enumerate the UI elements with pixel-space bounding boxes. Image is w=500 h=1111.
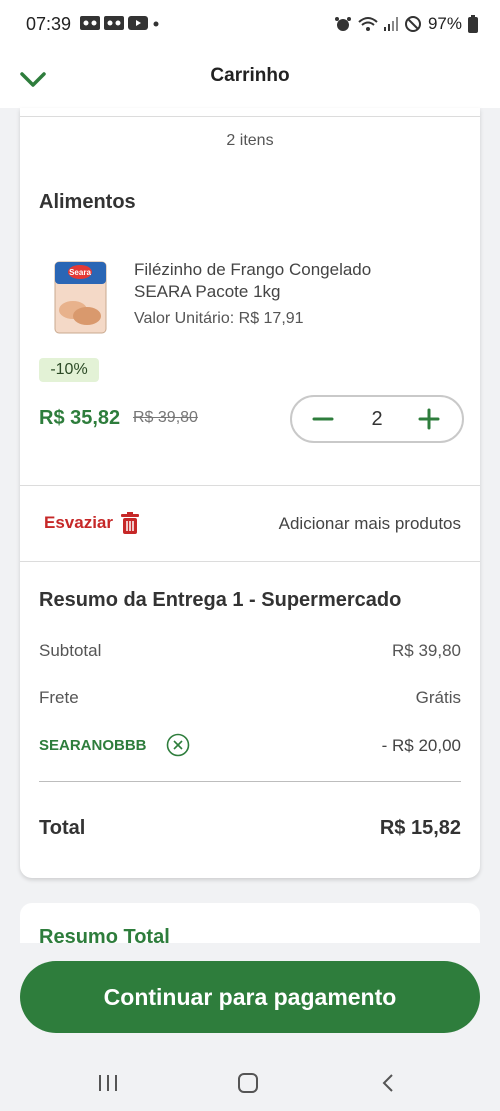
category-title: Alimentos — [39, 191, 136, 213]
product-price: R$ 35,82 — [39, 407, 121, 429]
alarm-icon — [334, 17, 351, 31]
status-bar: 07:39 97% — [0, 0, 500, 50]
total-summary-title: Resumo Total — [39, 926, 170, 943]
divider — [20, 485, 480, 486]
home-icon[interactable] — [236, 1072, 260, 1094]
page-title: Carrinho — [210, 65, 290, 86]
delivery-summary-title: Resumo da Entrega 1 - Supermercado — [39, 589, 402, 611]
divider — [20, 116, 480, 117]
plus-icon[interactable] — [418, 408, 440, 430]
app-header: Carrinho — [0, 50, 500, 108]
battery-icon — [468, 15, 478, 33]
back-icon[interactable] — [378, 1072, 398, 1094]
more-dot-icon — [153, 21, 159, 27]
product-name-line2[interactable]: SEARA Pacote 1kg — [134, 282, 280, 302]
add-more-products-link[interactable]: Adicionar mais produtos — [279, 514, 461, 534]
divider — [39, 781, 461, 782]
quantity-stepper: 2 — [290, 395, 464, 443]
system-icons: 97% — [334, 14, 478, 34]
youtube-icon — [128, 16, 148, 30]
subtotal-value: R$ 39,80 — [392, 641, 461, 660]
signal-icon — [383, 17, 398, 31]
do-not-disturb-icon — [404, 16, 421, 32]
empty-cart-label: Esvaziar — [44, 513, 113, 532]
brand-logo-text: Seara — [69, 268, 91, 277]
cart-card: 2 itens Alimentos Seara Filézinho de Fra… — [20, 108, 480, 878]
system-nav-bar — [0, 1052, 500, 1111]
shipping-label: Frete — [39, 688, 79, 707]
voicemail-icon — [80, 16, 100, 30]
total-label: Total — [39, 817, 86, 839]
product-name-line1[interactable]: Filézinho de Frango Congelado — [134, 260, 371, 280]
remove-coupon-icon[interactable] — [166, 733, 190, 757]
coupon-value: - R$ 20,00 — [381, 736, 461, 755]
trash-icon — [121, 512, 139, 534]
discount-badge-label: -10% — [50, 361, 88, 378]
unit-price: Valor Unitário: R$ 17,91 — [134, 310, 304, 327]
product-image[interactable]: Seara — [53, 260, 108, 335]
recent-apps-icon[interactable] — [97, 1073, 119, 1093]
old-price: R$ 39,80 — [133, 409, 198, 426]
notification-icons — [80, 16, 160, 30]
coupon-code: SEARANOBBB — [39, 737, 147, 754]
divider — [20, 561, 480, 562]
discount-badge: -10% — [39, 358, 99, 382]
wifi-icon — [358, 17, 378, 31]
continue-to-payment-button[interactable]: Continuar para pagamento — [20, 961, 480, 1033]
empty-cart-button[interactable]: Esvaziar — [44, 511, 139, 535]
item-count: 2 itens — [226, 132, 274, 149]
battery-percent: 97% — [427, 14, 462, 33]
voicemail-icon — [104, 16, 124, 30]
status-time: 07:39 — [26, 14, 72, 34]
total-summary-card: Resumo Total — [20, 903, 480, 943]
subtotal-label: Subtotal — [39, 641, 102, 660]
shipping-value: Grátis — [415, 688, 461, 707]
total-value: R$ 15,82 — [379, 817, 461, 839]
